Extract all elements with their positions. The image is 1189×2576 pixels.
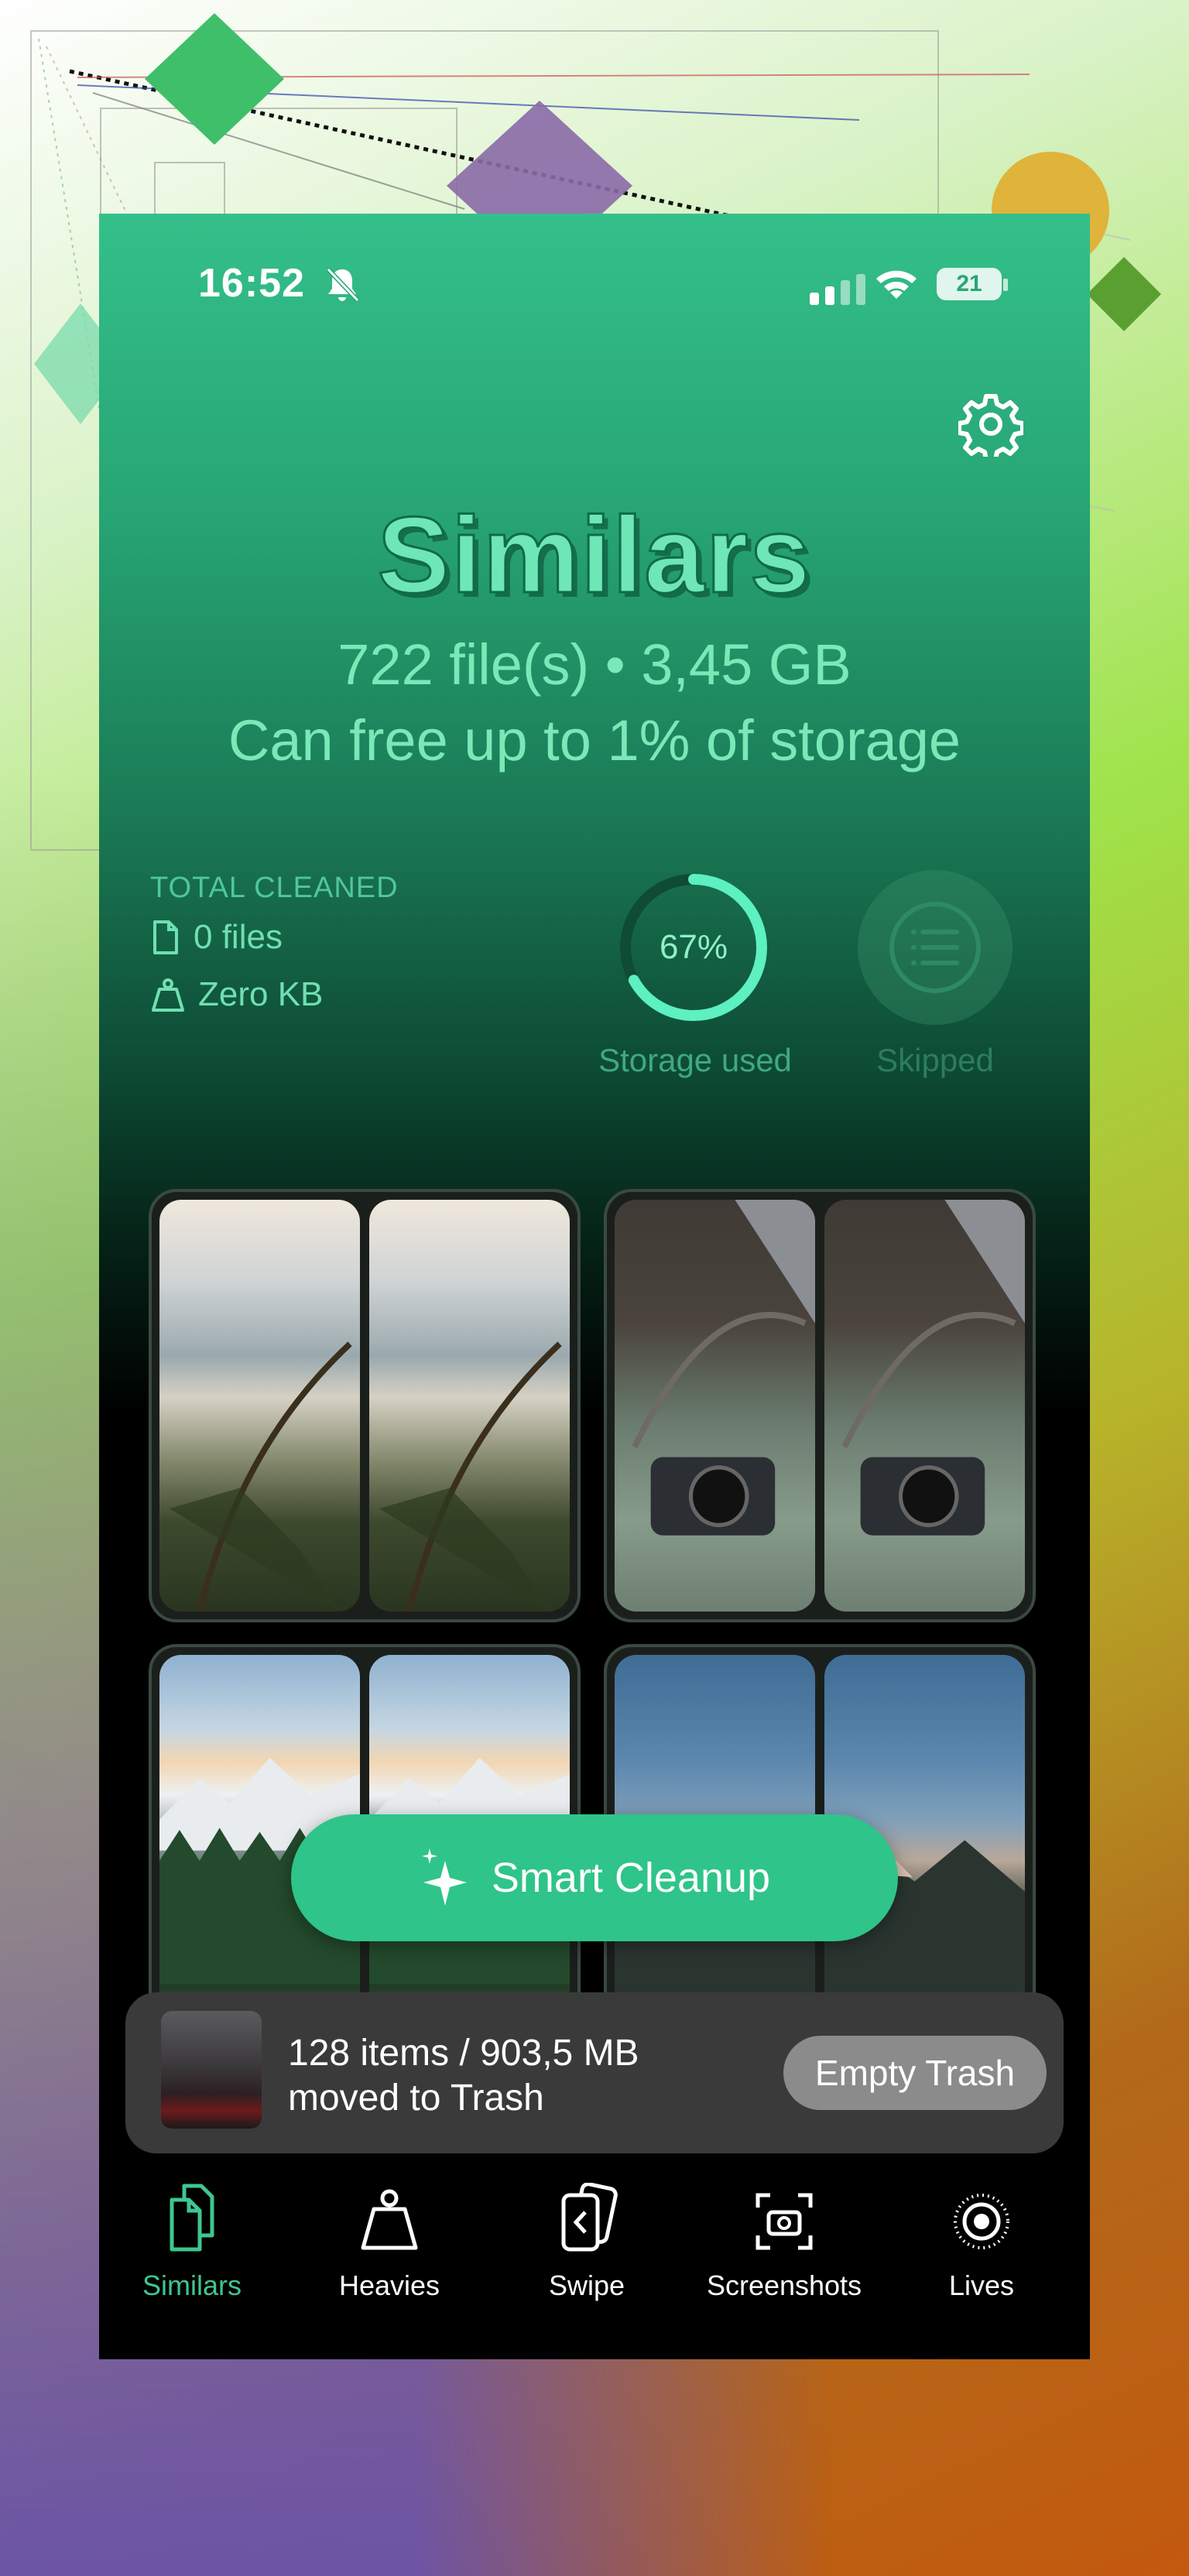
settings-gear-icon[interactable] [958, 392, 1023, 457]
free-up-text: Can free up to 1% of storage [228, 708, 961, 772]
similars-icon [170, 2184, 214, 2252]
photo-thumbnail [824, 1200, 1025, 1612]
tab-screenshots[interactable]: Screenshots [691, 2175, 877, 2302]
tab-label: Swipe [548, 2269, 625, 2301]
skipped-button[interactable] [858, 870, 1013, 1025]
storage-percent: 67% [659, 928, 728, 966]
cleaned-files-row: 0 files [150, 918, 283, 957]
smart-cleanup-label: Smart Cleanup [491, 1855, 771, 1901]
storage-ring: 67% [616, 870, 771, 1025]
trash-toast: 128 items / 903,5 MB moved to Trash Empt… [125, 1992, 1064, 2153]
tab-label: Screenshots [706, 2269, 862, 2301]
cleaned-size-row: Zero KB [150, 975, 323, 1014]
tab-heavies[interactable]: Heavies [296, 2175, 482, 2302]
tab-bar: Similars Heavies Swipe Screenshots Lives [99, 2164, 1090, 2359]
cleaned-files-count: 0 files [194, 918, 283, 956]
wifi-icon [876, 270, 917, 299]
list-icon [889, 902, 981, 993]
bell-muted-icon [326, 267, 360, 303]
trash-status: moved to Trash [288, 2078, 544, 2119]
photo-group-card[interactable] [149, 1189, 581, 1622]
page-title: Similars [376, 493, 812, 617]
battery-tip [1003, 279, 1008, 291]
tab-label: Heavies [338, 2269, 440, 2301]
status-time: 16:52 [198, 261, 305, 306]
empty-trash-button[interactable]: Empty Trash [783, 2036, 1047, 2110]
tab-label: Lives [948, 2269, 1015, 2301]
skipped-label: Skipped [876, 1042, 994, 1078]
smart-cleanup-button[interactable]: Smart Cleanup [291, 1814, 898, 1941]
swipe-icon [561, 2183, 618, 2252]
total-cleaned-label: TOTAL CLEANED [150, 872, 399, 904]
tab-similars[interactable]: Similars [99, 2175, 285, 2302]
photo-thumbnail [369, 1200, 570, 1612]
trash-thumbnail [161, 2011, 262, 2129]
weight-icon [361, 2189, 418, 2250]
phone-screen: 16:52 21 Similars 722 file(s) • 3,45 GB … [99, 214, 1090, 2359]
storage-used-label: Storage used [598, 1042, 792, 1078]
status-bar: 16:52 21 [99, 260, 1090, 322]
tab-lives[interactable]: Lives [889, 2175, 1074, 2302]
photo-group-card[interactable] [604, 1189, 1036, 1622]
photo-thumbnail [615, 1200, 815, 1612]
sparkles-icon [421, 1848, 467, 1906]
cleaned-size: Zero KB [198, 975, 324, 1013]
file-icon [153, 920, 178, 954]
screenshot-icon [756, 2193, 813, 2250]
tab-label: Similars [142, 2269, 242, 2301]
photo-thumbnail [159, 1200, 360, 1612]
battery-level: 21 [956, 271, 982, 296]
tab-swipe[interactable]: Swipe [494, 2175, 680, 2302]
signal-bars-icon [810, 274, 865, 305]
weight-icon [152, 978, 184, 1012]
file-summary: 722 file(s) • 3,45 GB [338, 632, 851, 697]
trash-message: 128 items / 903,5 MB moved to Trash [288, 2031, 639, 2121]
live-photo-icon [954, 2194, 1009, 2249]
trash-count: 128 items / 903,5 MB [288, 2033, 639, 2074]
